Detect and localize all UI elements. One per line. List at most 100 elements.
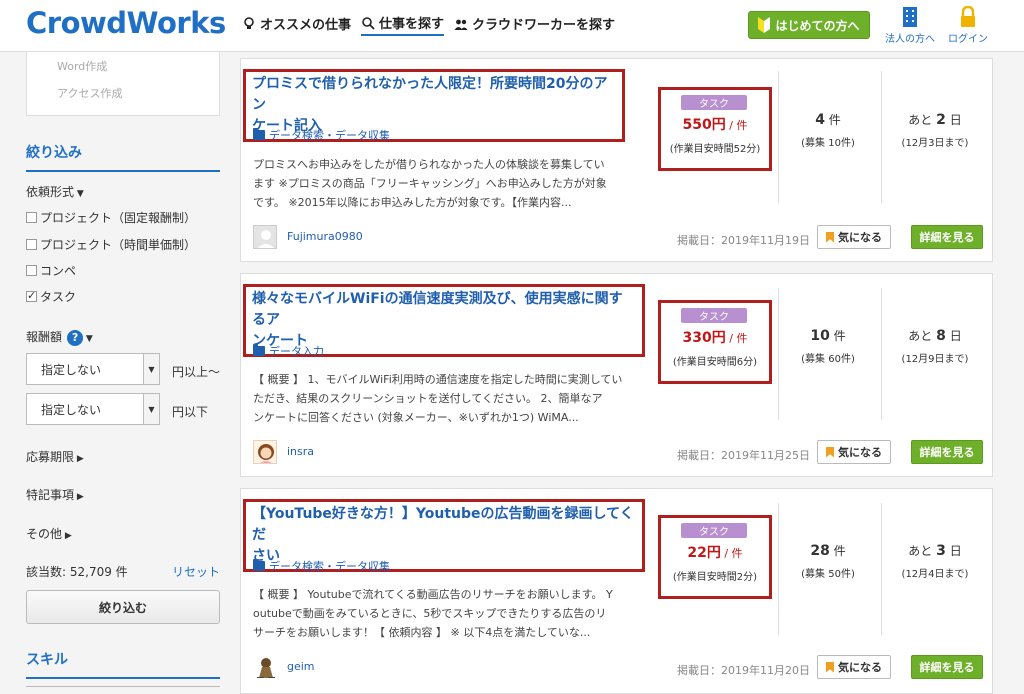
divider <box>881 288 882 420</box>
job-category[interactable]: データ検索・データ収集 <box>253 127 390 143</box>
reward-label: 報酬額 <box>26 330 63 344</box>
days-remaining: あと 2 日 (12月3日まで) <box>883 111 987 149</box>
folder-icon <box>253 128 265 140</box>
nav-recommended[interactable]: オススメの仕事 <box>242 14 351 36</box>
help-icon[interactable]: ? <box>67 329 84 346</box>
login-link[interactable]: ログイン <box>940 6 996 45</box>
client-username[interactable]: geim <box>287 660 315 673</box>
type-label: コンペ <box>40 264 77 278</box>
default-user-icon <box>257 230 275 248</box>
detail-button[interactable]: 詳細を見る <box>911 655 983 679</box>
min-reward-select[interactable]: 指定しない ▼ <box>26 353 160 385</box>
days-remaining: あと 3 日 (12月4日まで) <box>883 542 987 580</box>
count-value: 28 <box>810 543 830 559</box>
price-amount: 22円 <box>687 545 721 561</box>
type-compe-checkbox[interactable]: コンペ <box>26 262 76 279</box>
character-avatar-icon <box>257 658 275 678</box>
type-task-checkbox[interactable]: タスク <box>26 288 76 305</box>
job-price: 330円 / 件 <box>661 327 769 347</box>
detail-button[interactable]: 詳細を見る <box>911 440 983 464</box>
contract-count: 4 件 (募集 10件) <box>779 111 877 149</box>
category-item[interactable]: Word作成 <box>57 58 107 74</box>
estimated-time: (作業目安時間2分) <box>672 572 758 583</box>
reset-link[interactable]: リセット <box>172 563 220 580</box>
type-fixed-checkbox[interactable]: プロジェクト（固定報酬制） <box>26 209 196 226</box>
avatar[interactable] <box>253 225 277 249</box>
nav-recommended-label: オススメの仕事 <box>260 18 352 33</box>
bookmark-icon <box>826 661 834 673</box>
checkbox-checked[interactable] <box>26 289 37 302</box>
site-header: CrowdWorks オススメの仕事 仕事を探す クラウドワーカーを探す はじめ… <box>0 0 1024 52</box>
favorite-label: 気になる <box>838 231 882 244</box>
job-card: プロミスで借りられなかった人限定！所要時間20分のアン ケート記入 データ検索・… <box>240 58 993 262</box>
days-unit: 日 <box>949 113 962 127</box>
contract-count: 28 件 (募集 50件) <box>779 542 877 580</box>
users-icon <box>454 19 468 30</box>
avatar[interactable] <box>253 440 277 464</box>
divider <box>881 503 882 635</box>
deadline-date: (12月9日まで) <box>901 354 969 365</box>
count-unit: 件 <box>828 113 841 127</box>
girl-avatar-icon <box>258 444 274 463</box>
job-card: 様々なモバイルWiFiの通信速度実測及び、使用実感に関するア ンケート データ入… <box>240 273 993 477</box>
type-hourly-checkbox[interactable]: プロジェクト（時間単価制） <box>26 236 196 253</box>
job-category-label: データ検索・データ収集 <box>269 560 390 573</box>
days-unit: 日 <box>949 329 962 343</box>
first-time-label: はじめての方へ <box>775 18 860 33</box>
price-unit: / 件 <box>725 119 748 132</box>
job-category[interactable]: データ検索・データ収集 <box>253 558 390 574</box>
contract-count: 10 件 (募集 60件) <box>779 327 877 365</box>
client-username[interactable]: insra <box>287 445 314 458</box>
checkbox[interactable] <box>26 239 37 250</box>
caret-right-icon: ▶ <box>74 454 84 464</box>
max-reward-suffix: 円以下 <box>172 405 209 419</box>
deadline-toggle[interactable]: 応募期限 ▶ <box>26 448 84 465</box>
category-item[interactable]: アクセス作成 <box>57 85 122 101</box>
nav-find-jobs[interactable]: 仕事を探す <box>361 14 445 36</box>
reward-toggle[interactable]: 報酬額? ▼ <box>26 328 93 346</box>
request-type-toggle[interactable]: 依頼形式 ▼ <box>26 183 84 200</box>
price-amount: 330円 <box>682 330 726 346</box>
desc-line: ンケートに回答ください (対象メーカー、※いずれか1つ) WiMA... <box>253 411 579 424</box>
count-value: 4 <box>815 112 825 128</box>
price-amount: 550円 <box>682 117 726 133</box>
recruit-count: (募集 50件) <box>801 569 855 580</box>
select-arrow-icon: ▼ <box>143 354 159 384</box>
deadline-label: 応募期限 <box>26 450 75 464</box>
type-label: プロジェクト（時間単価制） <box>40 238 197 252</box>
crowdworks-logo[interactable]: CrowdWorks <box>26 6 226 40</box>
job-category-label: データ検索・データ収集 <box>269 129 390 142</box>
job-price: 550円 / 件 <box>661 114 769 134</box>
detail-button[interactable]: 詳細を見る <box>911 225 983 249</box>
filter-button[interactable]: 絞り込む <box>26 590 220 624</box>
estimated-time: (作業目安時間52分) <box>669 144 761 155</box>
posted-date: 掲載日：2019年11月25日 <box>677 449 810 462</box>
other-label: その他 <box>26 527 63 541</box>
desc-line: サーチをお願いします！【 依頼内容 】 ※ 以下4点を満たしていな... <box>253 626 591 639</box>
beginner-mark-icon <box>758 17 771 33</box>
corporate-link[interactable]: 法人の方へ <box>882 6 938 45</box>
avatar[interactable] <box>253 655 277 679</box>
job-card: 【YouTube好きな方！】Youtubeの広告動画を録画してくだ さい データ… <box>240 488 993 694</box>
client-username[interactable]: Fujimura0980 <box>287 230 363 243</box>
notes-toggle[interactable]: 特記事項 ▶ <box>26 486 84 503</box>
recruit-count: (募集 10件) <box>801 138 855 149</box>
first-time-button[interactable]: はじめての方へ <box>748 11 870 39</box>
favorite-button[interactable]: 気になる <box>817 225 891 249</box>
favorite-label: 気になる <box>838 661 882 674</box>
desc-line: プロミスへお申込みをしたが借りられなかった人の体験談を募集してい <box>253 158 605 171</box>
other-toggle[interactable]: その他 ▶ <box>26 525 72 542</box>
checkbox[interactable] <box>26 265 37 276</box>
checkbox[interactable] <box>26 212 37 223</box>
corporate-link-label: 法人の方へ <box>885 34 935 45</box>
folder-icon <box>253 559 265 571</box>
favorite-button[interactable]: 気になる <box>817 655 891 679</box>
caret-down-icon: ▼ <box>74 189 84 199</box>
min-reward-suffix: 円以上〜 <box>172 365 221 379</box>
job-category[interactable]: データ入力 <box>253 343 324 359</box>
lightbulb-icon <box>244 16 254 29</box>
favorite-button[interactable]: 気になる <box>817 440 891 464</box>
max-reward-select[interactable]: 指定しない ▼ <box>26 393 160 425</box>
result-count: 該当数: 52,709 件 <box>26 565 128 579</box>
nav-find-workers[interactable]: クラウドワーカーを探す <box>454 14 615 36</box>
